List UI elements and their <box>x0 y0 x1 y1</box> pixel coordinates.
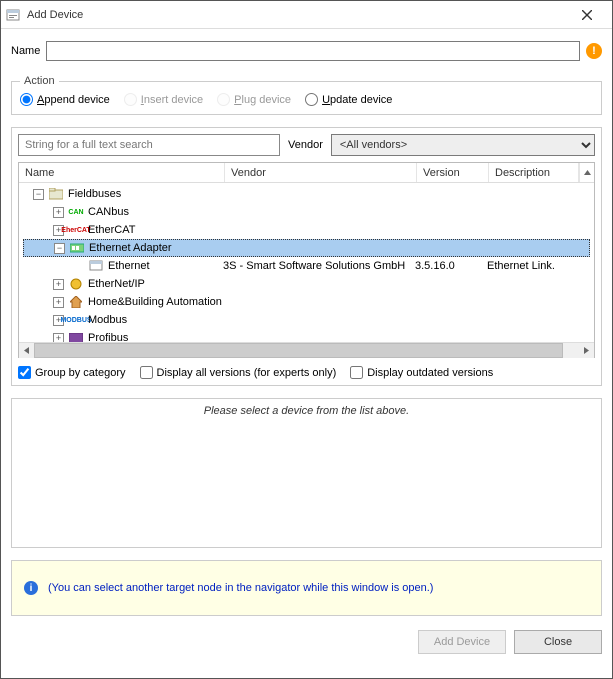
add-device-dialog: Add Device Name ! Action Append device I… <box>0 0 613 679</box>
device-tree: Name Vendor Version Description − Fieldbu… <box>18 162 595 358</box>
info-icon: i <box>24 581 38 595</box>
tree-item-label: Ethernet Adapter <box>89 242 172 254</box>
col-desc[interactable]: Description <box>489 163 579 182</box>
name-label: Name <box>11 45 40 57</box>
home-icon <box>68 296 84 309</box>
radio-append[interactable]: Append device <box>20 93 110 106</box>
window-title: Add Device <box>27 9 566 21</box>
device-filter-box: Vendor <All vendors> Name Vendor Version… <box>11 127 602 386</box>
profibus-icon <box>68 332 84 343</box>
details-message: Please select a device from the list abo… <box>16 405 597 417</box>
app-icon <box>5 7 21 23</box>
radio-update[interactable]: Update device <box>305 93 392 106</box>
tree-row[interactable]: + Profibus <box>23 329 590 342</box>
col-vendor[interactable]: Vendor <box>225 163 417 182</box>
check-display-all-versions[interactable]: Display all versions (for experts only) <box>140 366 337 379</box>
scroll-left-icon[interactable] <box>19 343 34 358</box>
search-input[interactable] <box>18 134 280 156</box>
tree-item-label: EtherNet/IP <box>88 278 145 290</box>
details-panel: Please select a device from the list abo… <box>11 398 602 548</box>
tree-item-label: Fieldbuses <box>68 188 121 200</box>
add-device-button: Add Device <box>418 630 506 654</box>
modbus-icon: MODBUS <box>68 314 84 327</box>
collapse-icon[interactable]: − <box>54 243 65 254</box>
enetip-icon <box>68 278 84 291</box>
name-input[interactable] <box>46 41 580 61</box>
tree-row[interactable]: +MODBUSModbus <box>23 311 590 329</box>
radio-plug: Plug device <box>217 93 291 106</box>
tree-item-label: Home&Building Automation <box>88 296 222 308</box>
horizontal-scrollbar[interactable] <box>19 342 594 357</box>
tree-item-label: CANbus <box>88 206 129 218</box>
radio-insert: Insert device <box>124 93 203 106</box>
expand-icon[interactable]: + <box>53 207 64 218</box>
expand-icon[interactable]: + <box>53 333 64 343</box>
warning-icon: ! <box>586 43 602 59</box>
ethadp-icon <box>69 242 85 255</box>
titlebar: Add Device <box>1 1 612 29</box>
close-icon <box>582 10 592 20</box>
expand-icon[interactable]: + <box>53 297 64 308</box>
col-name[interactable]: Name <box>19 163 225 182</box>
tree-row[interactable]: + Home&Building Automation <box>23 293 590 311</box>
vendor-select[interactable]: <All vendors> <box>331 134 595 156</box>
close-button[interactable]: Close <box>514 630 602 654</box>
collapse-icon[interactable]: − <box>33 189 44 200</box>
action-group: Action Append device Insert device Plug … <box>11 75 602 115</box>
can-icon: CAN <box>68 206 84 219</box>
device-icon <box>88 260 104 273</box>
check-group-by-category[interactable]: Group by category <box>18 366 126 379</box>
col-version[interactable]: Version <box>417 163 489 182</box>
tree-row[interactable]: +EherCATEtherCAT <box>23 221 590 239</box>
tree-row[interactable]: Ethernet3S - Smart Software Solutions Gm… <box>23 257 590 275</box>
action-legend: Action <box>20 75 59 87</box>
check-display-outdated[interactable]: Display outdated versions <box>350 366 493 379</box>
tree-row-selected[interactable]: − Ethernet Adapter <box>23 239 590 257</box>
ethercat-icon: EherCAT <box>68 224 84 237</box>
scroll-up-icon[interactable] <box>579 163 594 182</box>
tree-row[interactable]: + CAN CANbus <box>23 203 590 221</box>
expand-icon[interactable]: + <box>53 279 64 290</box>
hint-text: (You can select another target node in t… <box>48 582 433 594</box>
scroll-right-icon[interactable] <box>579 343 594 358</box>
tree-item-label: Profibus <box>88 332 128 342</box>
tree-item-label: EtherCAT <box>88 224 135 236</box>
tree-item-label: Ethernet <box>108 260 150 272</box>
tree-row[interactable]: − Fieldbuses <box>23 185 590 203</box>
tree-item-label: Modbus <box>88 314 127 326</box>
tree-row[interactable]: + EtherNet/IP <box>23 275 590 293</box>
hint-panel: i (You can select another target node in… <box>11 560 602 616</box>
close-window-button[interactable] <box>566 3 608 27</box>
folder-icon <box>48 188 64 201</box>
vendor-label: Vendor <box>288 139 323 151</box>
